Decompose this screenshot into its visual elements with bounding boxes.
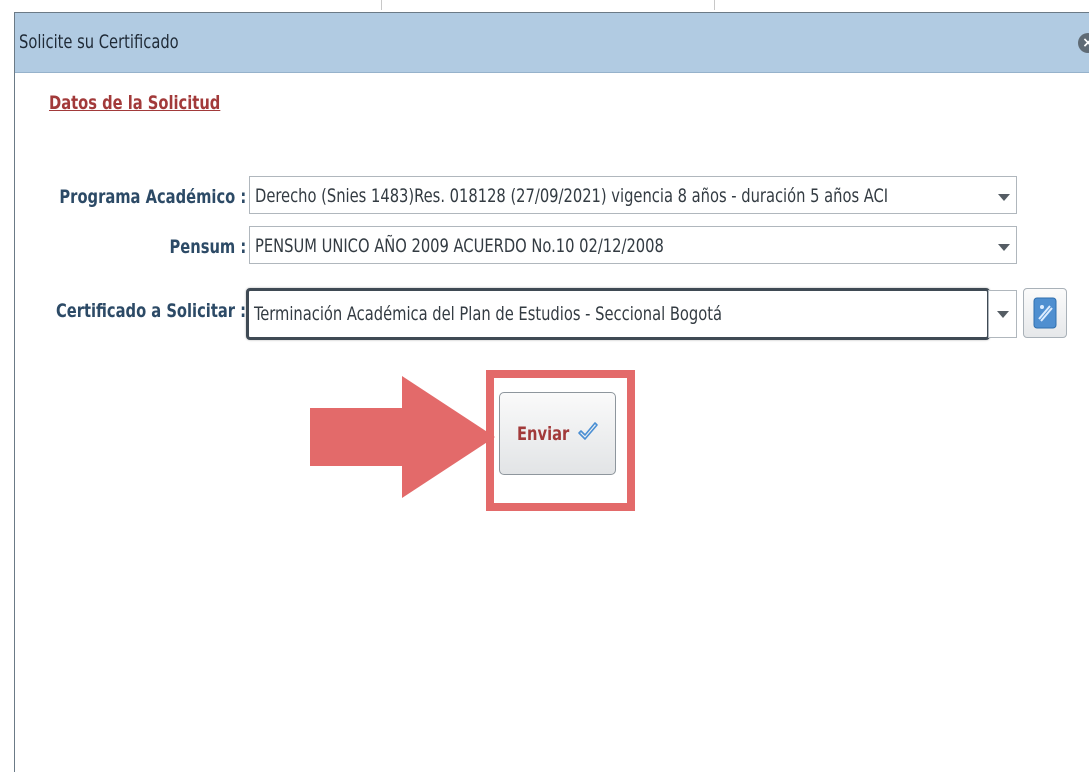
certificado-dropdown-toggle[interactable] (988, 290, 1017, 338)
certificado-value: Terminación Académica del Plan de Estudi… (254, 303, 723, 325)
programa-value: Derecho (Snies 1483)Res. 018128 (27/09/2… (255, 185, 889, 207)
close-icon[interactable]: × (1078, 33, 1089, 53)
section-heading: Datos de la Solicitud (49, 92, 221, 114)
pensum-label: Pensum : (169, 236, 246, 258)
pensum-select[interactable]: PENSUM UNICO AÑO 2009 ACUERDO No.10 02/1… (249, 226, 1017, 264)
help-document-icon (1033, 297, 1057, 329)
programa-select[interactable]: Derecho (Snies 1483)Res. 018128 (27/09/2… (249, 176, 1017, 214)
dialog-title: Solicite su Certificado (19, 31, 179, 53)
certificado-select[interactable]: Terminación Académica del Plan de Estudi… (246, 288, 990, 340)
send-button-label: Enviar (517, 423, 570, 445)
chevron-down-icon (998, 244, 1010, 251)
top-strip (0, 0, 1089, 10)
help-button[interactable] (1023, 288, 1067, 338)
dialog-titlebar: Solicite su Certificado × (15, 13, 1089, 73)
divider (381, 0, 382, 10)
chevron-down-icon (998, 194, 1010, 201)
divider (714, 0, 715, 10)
annotation-arrow (310, 376, 495, 498)
certificado-label: Certificado a Solicitar : (55, 300, 246, 322)
checkmark-icon (578, 422, 598, 440)
programa-label: Programa Académico : (59, 186, 246, 208)
pensum-value: PENSUM UNICO AÑO 2009 ACUERDO No.10 02/1… (255, 235, 664, 257)
send-button[interactable]: Enviar (499, 392, 616, 475)
chevron-down-icon (997, 311, 1009, 318)
